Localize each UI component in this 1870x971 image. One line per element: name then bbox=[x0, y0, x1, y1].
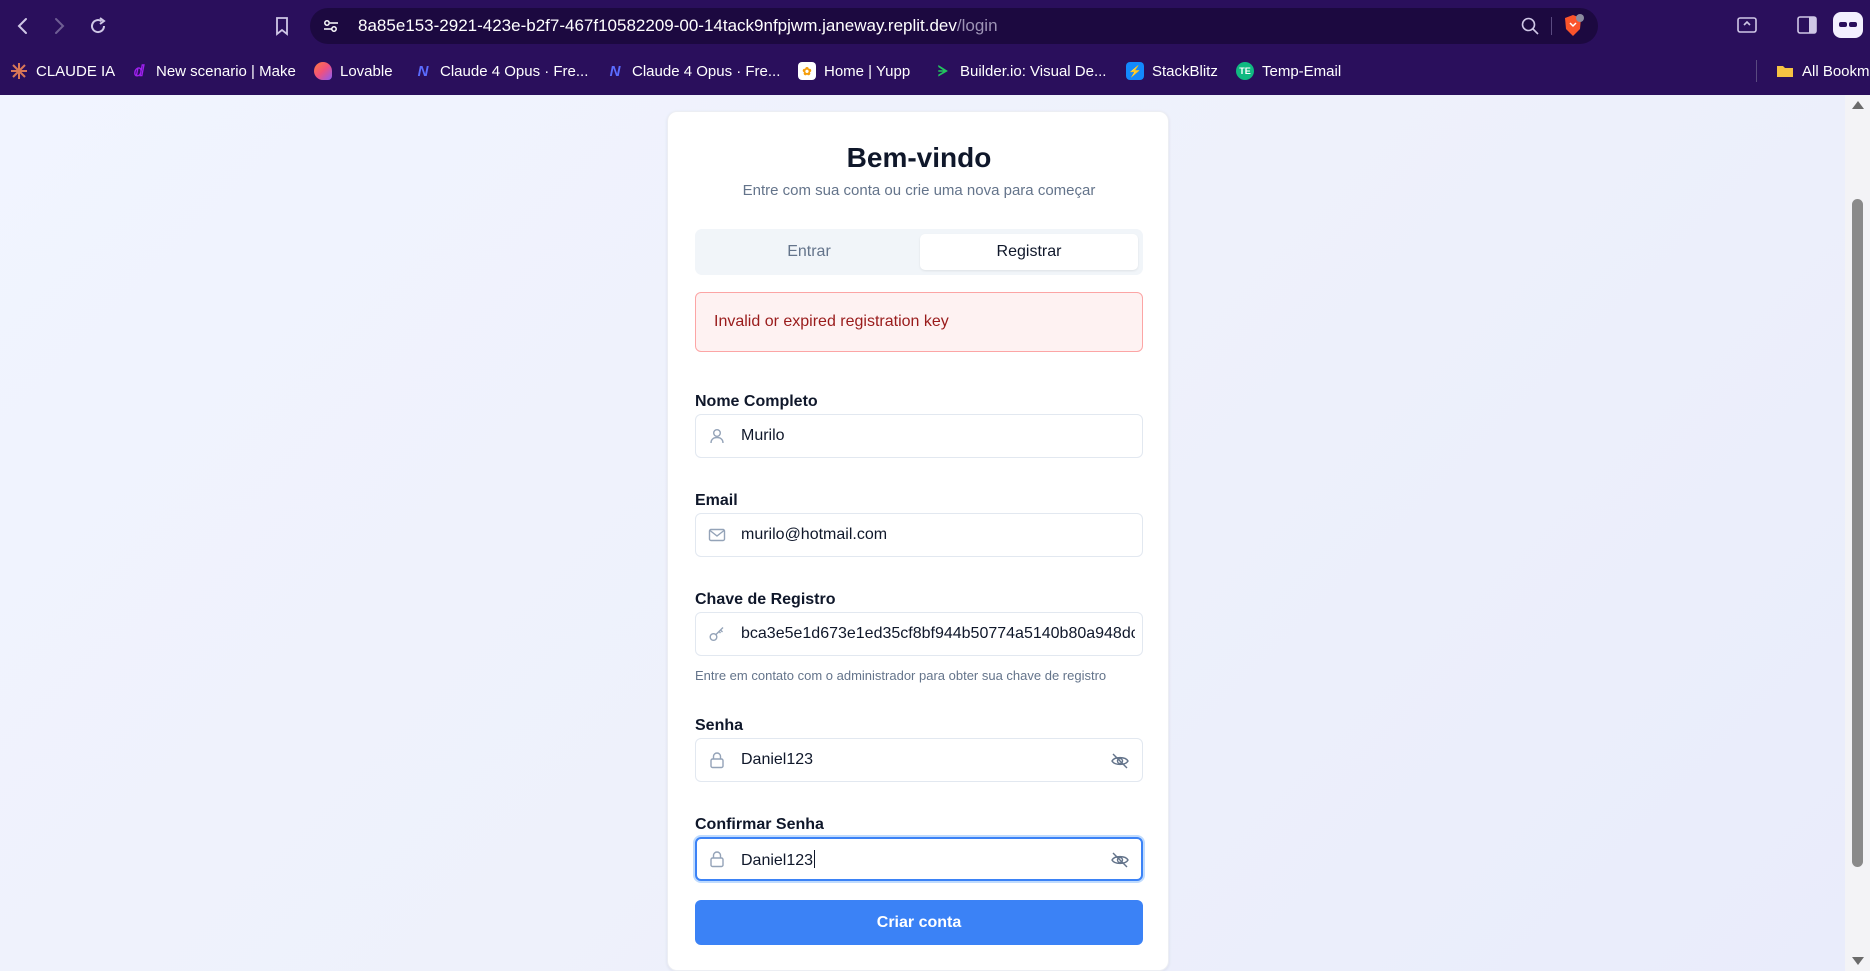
url-text[interactable]: 8a85e153-2921-423e-b2f7-467f10582209-00-… bbox=[358, 16, 998, 36]
screen-capture-icon[interactable] bbox=[1736, 14, 1758, 36]
bolt-icon: ⚡ bbox=[1126, 62, 1144, 80]
browser-toolbar: 8a85e153-2921-423e-b2f7-467f10582209-00-… bbox=[0, 0, 1870, 52]
n-icon: N bbox=[609, 62, 621, 80]
mail-icon bbox=[708, 528, 726, 542]
page-scrollbar[interactable] bbox=[1845, 95, 1870, 971]
bookmark-label: New scenario | Make bbox=[156, 62, 296, 80]
folder-icon bbox=[1776, 62, 1794, 80]
key-icon bbox=[709, 627, 724, 641]
bookmark-label: All Bookm bbox=[1802, 62, 1870, 80]
bookmark-item-yupp[interactable]: ✿ Home | Yupp bbox=[798, 61, 910, 81]
bookmark-item-lovable[interactable]: Lovable bbox=[314, 61, 393, 81]
zoom-icon[interactable] bbox=[1520, 16, 1540, 36]
browser-chrome: 8a85e153-2921-423e-b2f7-467f10582209-00-… bbox=[0, 0, 1870, 95]
auth-tabs: Entrar Registrar bbox=[695, 229, 1143, 275]
bookmark-item-builder[interactable]: ᗒ Builder.io: Visual De... bbox=[934, 61, 1107, 81]
bookmark-label: Temp-Email bbox=[1262, 62, 1342, 80]
tab-register[interactable]: Registrar bbox=[920, 234, 1138, 270]
bookmarks-bar: CLAUDE IA ⅆ New scenario | Make Lovable … bbox=[0, 52, 1870, 90]
name-label: Nome Completo bbox=[695, 393, 818, 410]
lovable-icon bbox=[314, 62, 332, 80]
profile-avatar-icon bbox=[1839, 22, 1857, 27]
key-hint: Entre em contato com o administrador par… bbox=[695, 668, 1107, 683]
bookmark-item-claude-opus-2[interactable]: N Claude 4 Opus · Fre... bbox=[606, 61, 781, 81]
bookmark-label: Lovable bbox=[340, 62, 393, 80]
register-card: Bem-vindo Entre com sua conta ou crie um… bbox=[667, 111, 1169, 971]
bookmark-item-claude[interactable]: CLAUDE IA bbox=[10, 61, 115, 81]
scrollbar-thumb[interactable] bbox=[1852, 199, 1863, 867]
brave-shields-icon[interactable] bbox=[1562, 14, 1584, 38]
key-value: bca3e5e1d673e1ed35cf8bf944b50774a5140b80… bbox=[741, 625, 1135, 642]
n-icon: N bbox=[417, 62, 429, 80]
email-value: murilo@hotmail.com bbox=[741, 526, 888, 543]
password-label: Senha bbox=[695, 717, 744, 734]
confirm-password-value-wrap: Daniel123 bbox=[741, 850, 1135, 870]
name-field[interactable]: Murilo bbox=[695, 414, 1143, 458]
bookmark-item-temp-email[interactable]: TE Temp-Email bbox=[1236, 61, 1341, 81]
bookmark-label: Home | Yupp bbox=[824, 62, 911, 80]
yupp-icon: ✿ bbox=[798, 62, 816, 80]
profile-button[interactable] bbox=[1833, 12, 1863, 38]
page-subtitle: Entre com sua conta ou crie uma nova par… bbox=[742, 182, 1096, 199]
sidebar-toggle-icon[interactable] bbox=[1796, 14, 1818, 36]
registration-key-field[interactable]: bca3e5e1d673e1ed35cf8bf944b50774a5140b80… bbox=[695, 612, 1143, 656]
text-caret bbox=[814, 850, 816, 868]
confirm-password-field[interactable]: Daniel123 bbox=[695, 837, 1143, 881]
bookmark-label: Claude 4 Opus · Fre... bbox=[440, 62, 589, 80]
forward-arrow-icon bbox=[55, 18, 65, 34]
lock-icon bbox=[710, 851, 724, 868]
bookmarks-separator bbox=[1756, 60, 1757, 82]
reload-icon bbox=[91, 17, 106, 34]
password-field[interactable]: Daniel123 bbox=[695, 738, 1143, 782]
page-title: Bem-vindo bbox=[846, 142, 992, 173]
eye-off-icon[interactable] bbox=[1110, 751, 1130, 771]
password-value: Daniel123 bbox=[741, 751, 814, 768]
bookmark-label: CLAUDE IA bbox=[36, 62, 116, 80]
temp-email-icon: TE bbox=[1236, 62, 1254, 80]
bookmark-label: StackBlitz bbox=[1152, 62, 1218, 80]
back-button[interactable] bbox=[10, 12, 36, 40]
bookmark-item-stackblitz[interactable]: ⚡ StackBlitz bbox=[1126, 61, 1218, 81]
tab-login[interactable]: Entrar bbox=[700, 234, 918, 270]
bookmark-label: Claude 4 Opus · Fre... bbox=[632, 62, 781, 80]
eye-off-icon[interactable] bbox=[1110, 850, 1130, 870]
user-icon bbox=[710, 429, 724, 444]
forward-button[interactable] bbox=[46, 12, 72, 40]
confirm-password-label: Confirmar Senha bbox=[695, 816, 824, 833]
bookmark-item-make[interactable]: ⅆ New scenario | Make bbox=[130, 61, 296, 81]
key-label: Chave de Registro bbox=[695, 591, 836, 608]
create-account-button[interactable]: Criar conta bbox=[695, 900, 1143, 945]
url-host: 8a85e153-2921-423e-b2f7-467f10582209-00-… bbox=[358, 16, 957, 35]
back-arrow-icon bbox=[17, 18, 27, 34]
urlbar-separator bbox=[1551, 17, 1552, 35]
confirm-password-value: Daniel123 bbox=[741, 852, 814, 869]
bookmark-label: Builder.io: Visual De... bbox=[960, 62, 1107, 80]
address-bar[interactable]: 8a85e153-2921-423e-b2f7-467f10582209-00-… bbox=[310, 8, 1598, 44]
url-path: /login bbox=[956, 16, 998, 35]
email-label: Email bbox=[695, 492, 738, 509]
email-field[interactable]: murilo@hotmail.com bbox=[695, 513, 1143, 557]
bookmark-item-claude-opus-1[interactable]: N Claude 4 Opus · Fre... bbox=[414, 61, 589, 81]
scroll-up-arrow-icon[interactable] bbox=[1852, 101, 1864, 109]
error-alert: Invalid or expired registration key bbox=[695, 292, 1143, 352]
bookmark-page-button[interactable] bbox=[269, 12, 295, 40]
site-settings-icon[interactable] bbox=[322, 17, 340, 35]
make-icon: ⅆ bbox=[133, 63, 145, 80]
reload-button[interactable] bbox=[85, 12, 111, 40]
name-value: Murilo bbox=[741, 427, 785, 444]
all-bookmarks-folder[interactable]: All Bookm bbox=[1776, 61, 1870, 81]
claude-icon bbox=[10, 62, 28, 80]
bookmark-icon bbox=[276, 17, 288, 36]
scroll-down-arrow-icon[interactable] bbox=[1852, 957, 1864, 965]
builder-icon: ᗒ bbox=[937, 62, 949, 79]
lock-icon bbox=[710, 752, 724, 769]
